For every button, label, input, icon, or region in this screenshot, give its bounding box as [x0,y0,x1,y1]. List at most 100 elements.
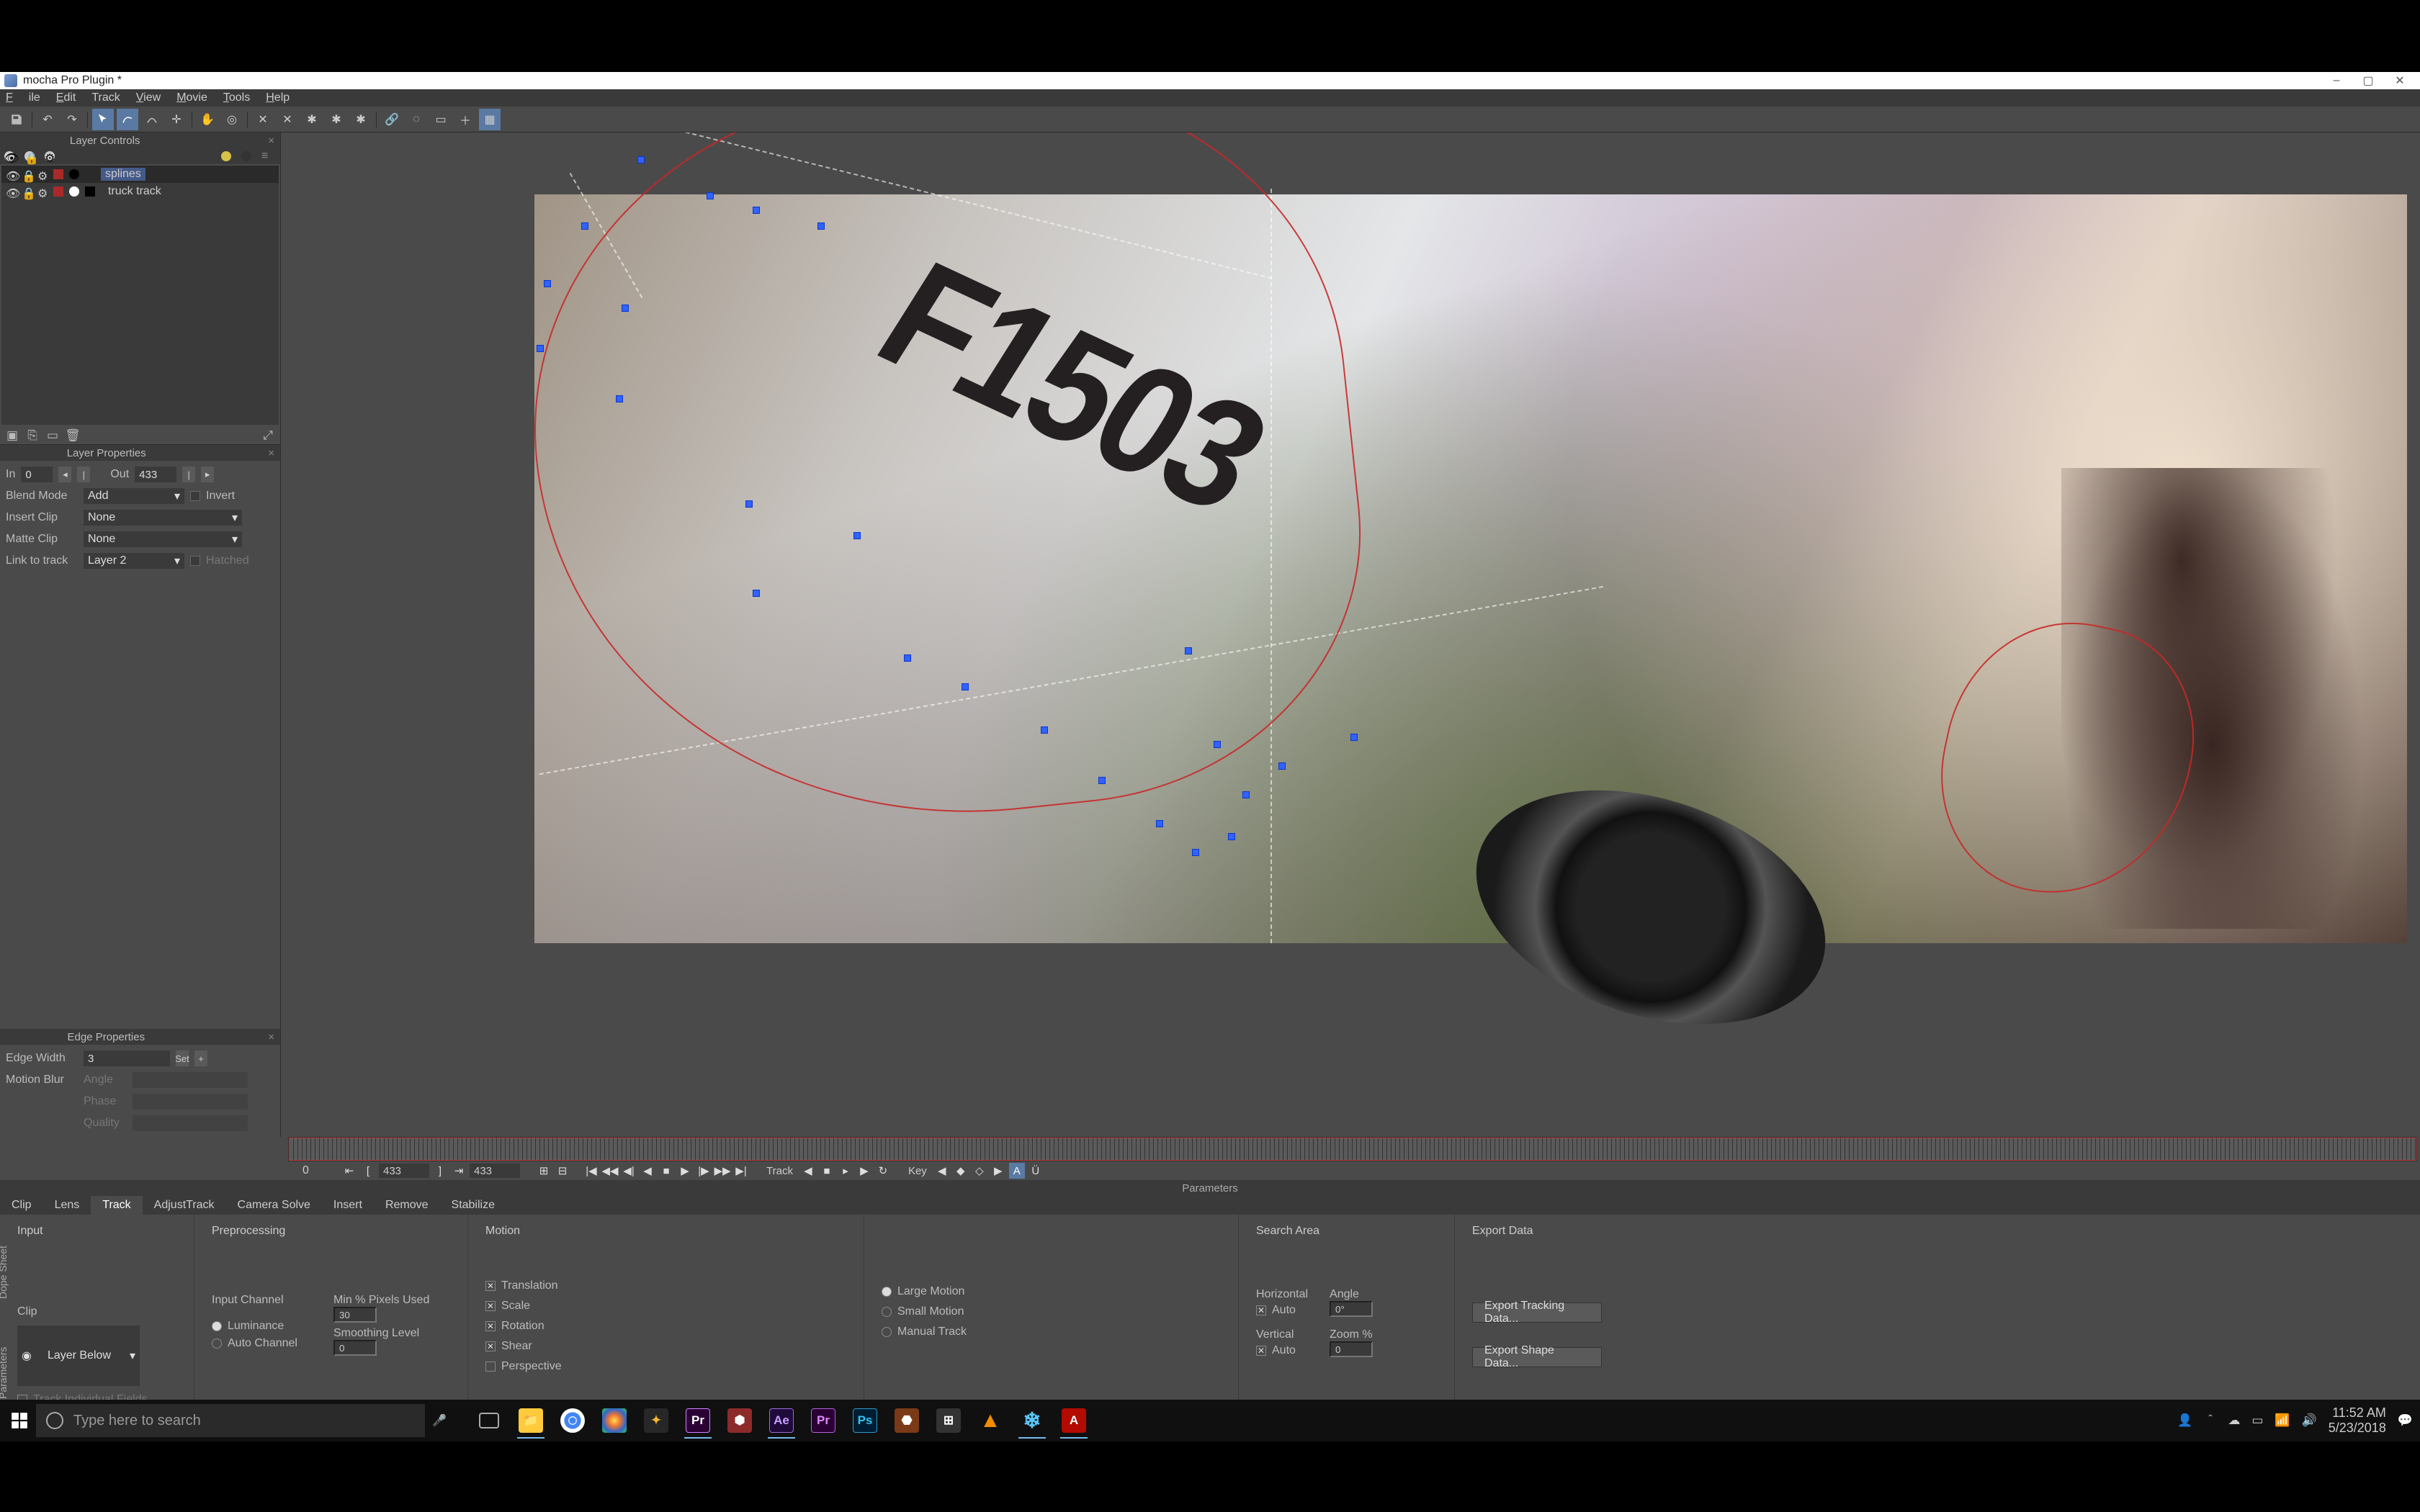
play-icon[interactable]: ▶ [677,1163,693,1179]
in-field[interactable] [21,467,53,482]
task-view-icon[interactable] [470,1403,508,1439]
acrobat-icon[interactable]: A [1054,1403,1093,1439]
close-icon[interactable]: × [268,447,274,459]
explorer-icon[interactable]: 📁 [511,1403,550,1439]
spline-point[interactable] [1278,762,1286,770]
spline-point[interactable] [1192,849,1199,856]
manual-track-radio[interactable] [882,1327,892,1337]
minimize-button[interactable]: – [2321,73,2352,89]
spline-point[interactable] [1098,777,1106,784]
volume-icon[interactable]: 🔊 [2302,1413,2317,1428]
premiere-icon[interactable]: Pr [678,1403,717,1439]
spline-point[interactable] [1185,647,1192,654]
spline-point[interactable] [853,532,861,539]
timeline-ruler[interactable] [288,1137,2417,1161]
frame-field[interactable]: 433 [379,1164,429,1178]
menu-tools[interactable]: Tools [223,91,250,104]
close-icon[interactable]: × [268,1031,274,1043]
prev-frame-icon[interactable]: ◀| [621,1163,637,1179]
tab-adjusttrack[interactable]: AdjustTrack [143,1196,226,1215]
collapse-icon[interactable]: ▣ [4,428,20,444]
in-step-down[interactable]: ◂ [58,467,71,482]
v-auto-checkbox[interactable]: ✕ [1256,1346,1266,1356]
play-back-icon[interactable]: ◀ [640,1163,655,1179]
spline-point[interactable] [1214,741,1221,748]
calculator-icon[interactable]: ⊞ [929,1403,968,1439]
start-button[interactable] [3,1404,36,1437]
resolve-icon[interactable] [595,1403,634,1439]
spline-point[interactable] [537,345,544,352]
grid-icon[interactable]: ▦ [479,109,501,130]
track-fwd-1-icon[interactable]: ▸ [838,1163,853,1179]
tab-clip[interactable]: Clip [0,1196,43,1215]
spline-point[interactable] [1041,726,1048,734]
spline-point[interactable] [745,500,753,508]
expand-icon[interactable]: ⤢ [260,428,276,444]
spline-point[interactable] [616,395,623,402]
tab-insert[interactable]: Insert [322,1196,374,1215]
track-loop-icon[interactable]: ↻ [875,1163,891,1179]
key-del-icon[interactable]: ◇ [972,1163,987,1179]
show-point[interactable]: ✱ [326,109,347,130]
redo-button[interactable]: ↷ [61,109,83,130]
maximize-button[interactable]: ▢ [2352,73,2384,89]
app-icon-3[interactable]: ❄ [1013,1403,1052,1439]
in-set[interactable]: | [77,467,90,482]
zoom-in-icon[interactable]: ⊞ [536,1163,552,1179]
stop-icon[interactable]: ■ [658,1163,674,1179]
export-tracking-button[interactable]: Export Tracking Data... [1472,1302,1602,1323]
matte-clip-combo[interactable]: None▾ [84,531,242,547]
autokey-icon[interactable]: A [1009,1163,1025,1179]
hatched-checkbox[interactable] [190,556,200,566]
frame-field-2[interactable]: 433 [470,1164,520,1178]
set-edge-button[interactable]: Set [176,1050,189,1066]
spline-point[interactable] [1350,734,1358,741]
blend-combo[interactable]: Add▾ [84,488,184,504]
undo-button[interactable]: ↶ [37,109,58,130]
go-end-icon[interactable]: ▶| [733,1163,749,1179]
edge-plus[interactable]: + [194,1050,207,1066]
uberkey-icon[interactable]: Ü [1028,1163,1044,1179]
spline-point[interactable] [817,222,825,230]
scale-checkbox[interactable]: ✕ [485,1301,496,1311]
track-fwd-icon[interactable]: ▶ [856,1163,872,1179]
invert-checkbox[interactable] [190,491,200,501]
go-start-icon[interactable]: |◀ [583,1163,599,1179]
step-fwd-icon[interactable]: ▶▶ [714,1163,730,1179]
link-track-combo[interactable]: Layer 2▾ [84,553,184,569]
out-field[interactable] [135,467,176,482]
tab-camerasolve[interactable]: Camera Solve [226,1196,322,1215]
key-next-icon[interactable]: ▶ [990,1163,1006,1179]
spline-point[interactable] [637,156,645,163]
select-tool[interactable] [92,109,114,130]
min-pixels-field[interactable] [333,1307,377,1323]
lasso-icon[interactable]: ◌ [405,109,427,130]
mic-icon[interactable]: 🎤 [425,1413,454,1428]
show-grid[interactable]: ✱ [350,109,372,130]
layer-row[interactable]: 👁🔒⚙ splines [1,166,279,183]
spline-point[interactable] [1242,791,1250,798]
onedrive-icon[interactable]: ☁ [2228,1413,2240,1428]
in-flag-icon[interactable]: ⇤ [341,1163,357,1179]
chrome-icon[interactable] [553,1403,592,1439]
angle-field[interactable] [1330,1301,1373,1317]
menu-track[interactable]: Track [91,91,120,104]
photoshop-icon[interactable]: Ps [846,1403,884,1439]
out-step-up[interactable]: ▸ [201,467,214,482]
show-spline[interactable]: ✱ [301,109,323,130]
close-button[interactable]: ✕ [2384,73,2416,89]
autochannel-radio[interactable] [212,1338,222,1349]
set-in-icon[interactable]: [ [360,1163,376,1179]
smoothing-field[interactable] [333,1340,377,1356]
wifi-icon[interactable]: 📶 [2275,1413,2290,1428]
show-planar[interactable]: ✕ [252,109,274,130]
zoom-field[interactable] [1330,1341,1373,1357]
menu-view[interactable]: View [136,91,161,104]
step-back-icon[interactable]: ◀◀ [602,1163,618,1179]
spline-point[interactable] [544,280,551,287]
spline-point[interactable] [904,654,911,662]
out-set[interactable]: | [182,467,195,482]
menu-icon[interactable]: ≡ [261,150,276,163]
rotation-checkbox[interactable]: ✕ [485,1321,496,1331]
key-prev-icon[interactable]: ◀ [934,1163,950,1179]
